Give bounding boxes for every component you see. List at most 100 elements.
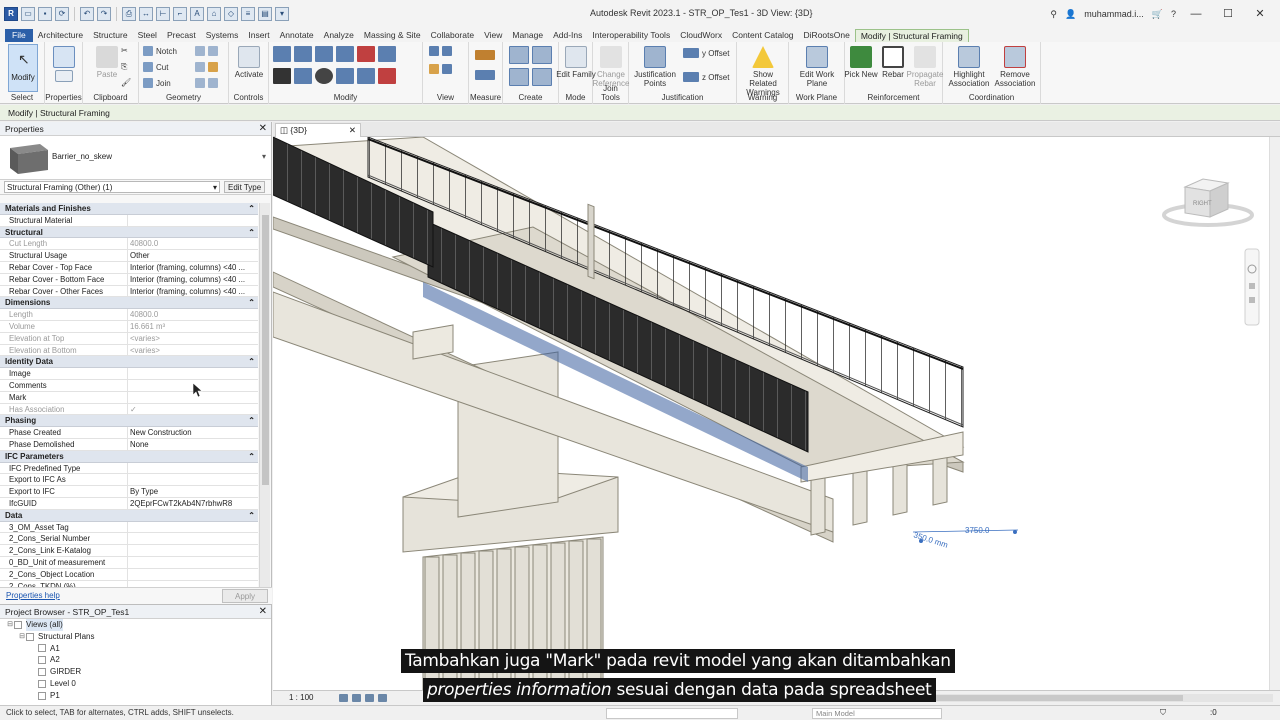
property-group-header[interactable]: Data ⌃ [0,509,258,522]
linework-icon[interactable] [429,64,439,74]
open-icon[interactable]: ▭ [21,7,35,21]
property-value[interactable]: None [128,439,258,450]
dimension-icon[interactable]: ⊢ [156,7,170,21]
mirror-axis-icon[interactable] [315,46,333,62]
tab-precast[interactable]: Precast [162,29,201,42]
collapse-icon[interactable]: ⌃ [248,227,255,239]
filter-icon[interactable]: ⛉ [1160,706,1166,720]
change-reference-button[interactable]: Change Reference [587,46,635,88]
graphics-icon[interactable] [442,64,452,74]
tab-file[interactable]: File [5,29,33,42]
geometry-tool-3[interactable] [195,78,218,88]
geometry-tool-1[interactable] [195,46,218,56]
close-icon[interactable]: ✕ [1248,4,1272,24]
section-icon[interactable]: ◇ [224,7,238,21]
tab-insert[interactable]: Insert [243,29,274,42]
property-value[interactable] [128,569,258,580]
override-icon[interactable] [442,46,452,56]
property-value[interactable]: 2QEprFCwT2kAb4N7rbhwR8 [128,498,258,509]
tab-3d-view[interactable]: ◫ {3D} ✕ [275,123,361,137]
view-scale[interactable]: 1 : 100 [289,691,313,705]
cut-button[interactable]: Cut [143,62,168,72]
split-icon[interactable] [357,46,375,62]
collapse-toggle-icon[interactable]: ⊟ [6,619,14,631]
tab-annotate[interactable]: Annotate [275,29,319,42]
highlight-association-button[interactable]: Highlight Association [945,46,993,88]
sync-icon[interactable]: ⟳ [55,7,69,21]
modify-button[interactable]: ↖ Modify [8,44,38,92]
properties-button[interactable] [40,46,88,84]
tab-cloudworx[interactable]: CloudWorx [675,29,727,42]
activate-button[interactable]: Activate [225,46,273,79]
create-similar-icon[interactable] [532,68,552,86]
dimension-tool[interactable] [475,70,495,80]
property-value[interactable]: Interior (framing, columns) <40 ... [128,262,258,273]
tab-massing-site[interactable]: Massing & Site [359,29,426,42]
tab-analyze[interactable]: Analyze [319,29,359,42]
tree-item[interactable]: GIRDER [0,666,271,678]
dimension-label-1[interactable]: 350.0 mm [912,530,949,550]
join-button[interactable]: Join [143,78,171,88]
property-value[interactable] [128,463,258,474]
collapse-icon[interactable]: ⌃ [248,415,255,427]
create-group-icon[interactable] [532,46,552,64]
trim-extend-icon[interactable] [336,68,354,84]
scrollbar-thumb[interactable] [262,215,269,485]
user-name[interactable]: muhammad.i... [1084,9,1144,19]
tab-systems[interactable]: Systems [201,29,244,42]
tree-item[interactable]: ⊟ Structural Plans [0,631,271,643]
maximize-icon[interactable]: ☐ [1216,4,1240,24]
close-icon[interactable]: ✕ [259,605,267,619]
create-part-icon[interactable] [509,46,529,64]
property-value[interactable] [128,368,258,379]
justification-points-button[interactable]: Justification Points [631,46,679,88]
show-related-warnings-button[interactable]: Show Related Warnings [739,46,787,97]
sun-path-icon[interactable] [365,694,374,702]
3d-viewport[interactable]: 350.0 mm 3750.0 RIGHT [273,137,1280,690]
save-icon[interactable]: ▪ [38,7,52,21]
offset-icon[interactable] [294,46,312,62]
tab-content-catalog[interactable]: Content Catalog [727,29,798,42]
qat-dropdown-icon[interactable]: ▾ [275,7,289,21]
close-icon[interactable]: ✕ [259,122,267,136]
tab-collaborate[interactable]: Collaborate [426,29,479,42]
property-value[interactable]: Interior (framing, columns) <40 ... [128,274,258,285]
view-scrollbar-vertical[interactable] [1269,137,1280,690]
copy-icon[interactable] [294,68,312,84]
measure-tool[interactable] [475,50,495,60]
user-icon[interactable]: 👤 [1065,9,1076,20]
select-panel-label[interactable]: Select [0,93,44,102]
array-icon[interactable] [357,68,375,84]
navigation-bar[interactable] [1244,248,1260,326]
measure-icon[interactable]: ↔ [139,7,153,21]
type-selector[interactable]: Barrier_no_skew ▾ [0,136,271,180]
apply-button[interactable]: Apply [222,589,268,603]
tab-architecture[interactable]: Architecture [33,29,88,42]
property-value[interactable] [128,522,258,533]
move-icon[interactable] [273,68,291,84]
property-group-header[interactable]: Dimensions ⌃ [0,297,258,310]
tree-item[interactable]: A1 [0,643,271,655]
collapse-toggle-icon[interactable]: ⊟ [18,631,26,643]
detail-level-icon[interactable] [339,694,348,702]
collapse-icon[interactable]: ⌃ [248,356,255,368]
property-value[interactable] [128,557,258,568]
create-assembly-icon[interactable] [509,68,529,86]
edit-work-plane-button[interactable]: Edit Work Plane [793,46,841,88]
property-value[interactable] [128,215,258,226]
viewcube[interactable]: RIGHT [1162,178,1254,227]
cart-icon[interactable]: 🛒 [1152,9,1163,20]
property-value[interactable]: By Type [128,486,258,497]
property-value[interactable] [128,533,258,544]
tab-structure[interactable]: Structure [88,29,133,42]
revit-logo-icon[interactable]: R [4,7,18,21]
print-icon[interactable]: ⎙ [122,7,136,21]
minimize-icon[interactable]: — [1184,4,1208,24]
remove-association-button[interactable]: Remove Association [991,46,1039,88]
tab-dirootsone[interactable]: DiRootsOne [799,29,855,42]
rotate-icon[interactable] [315,68,333,84]
collapse-icon[interactable]: ⌃ [248,203,255,215]
visual-style-icon[interactable] [352,694,361,702]
mirror-draw-icon[interactable] [336,46,354,62]
delete-icon[interactable] [378,68,396,84]
